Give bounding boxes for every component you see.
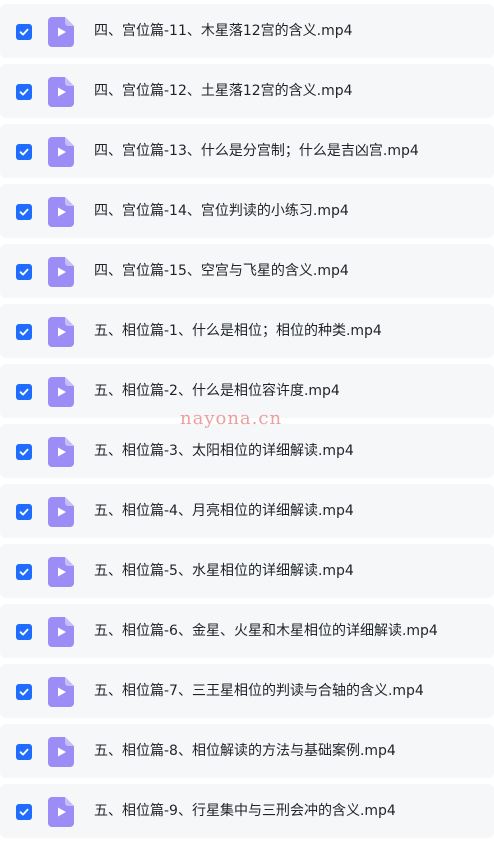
file-name[interactable]: 四、宫位篇-11、木星落12宫的含义.mp4	[94, 4, 353, 58]
check-icon	[19, 388, 29, 396]
check-icon	[19, 568, 29, 576]
file-checkbox[interactable]	[16, 144, 32, 160]
file-row[interactable]: 五、相位篇-7、三王星相位的判读与合轴的含义.mp4	[0, 664, 494, 718]
video-file-icon	[48, 257, 74, 287]
file-row[interactable]: 五、相位篇-1、什么是相位；相位的种类.mp4	[0, 304, 494, 358]
video-file-icon	[48, 737, 74, 767]
file-name[interactable]: 四、宫位篇-12、土星落12宫的含义.mp4	[94, 64, 353, 118]
file-name[interactable]: 五、相位篇-4、月亮相位的详细解读.mp4	[94, 484, 354, 538]
file-checkbox[interactable]	[16, 504, 32, 520]
check-icon	[19, 268, 29, 276]
file-name[interactable]: 五、相位篇-1、什么是相位；相位的种类.mp4	[94, 304, 382, 358]
file-checkbox[interactable]	[16, 804, 32, 820]
check-icon	[19, 208, 29, 216]
file-name[interactable]: 五、相位篇-3、太阳相位的详细解读.mp4	[94, 424, 354, 478]
check-icon	[19, 688, 29, 696]
file-checkbox[interactable]	[16, 24, 32, 40]
video-file-icon	[48, 677, 74, 707]
file-row[interactable]: 五、相位篇-3、太阳相位的详细解读.mp4	[0, 424, 494, 478]
file-checkbox[interactable]	[16, 204, 32, 220]
check-icon	[19, 148, 29, 156]
video-file-icon	[48, 137, 74, 167]
file-checkbox[interactable]	[16, 384, 32, 400]
file-name[interactable]: 四、宫位篇-14、宫位判读的小练习.mp4	[94, 184, 349, 238]
file-name[interactable]: 四、宫位篇-13、什么是分宫制；什么是吉凶宫.mp4	[94, 124, 419, 178]
file-name[interactable]: 五、相位篇-7、三王星相位的判读与合轴的含义.mp4	[94, 664, 424, 718]
file-name[interactable]: 五、相位篇-5、水星相位的详细解读.mp4	[94, 544, 354, 598]
file-checkbox[interactable]	[16, 744, 32, 760]
watermark: nayona.cn	[180, 408, 283, 429]
video-file-icon	[48, 437, 74, 467]
video-file-icon	[48, 197, 74, 227]
file-checkbox[interactable]	[16, 624, 32, 640]
file-row[interactable]: 五、相位篇-8、相位解读的方法与基础案例.mp4	[0, 724, 494, 778]
video-file-icon	[48, 557, 74, 587]
check-icon	[19, 508, 29, 516]
file-row[interactable]: 五、相位篇-5、水星相位的详细解读.mp4	[0, 544, 494, 598]
video-file-icon	[48, 377, 74, 407]
file-row[interactable]: 四、宫位篇-15、空宫与飞星的含义.mp4	[0, 244, 494, 298]
file-checkbox[interactable]	[16, 84, 32, 100]
check-icon	[19, 28, 29, 36]
check-icon	[19, 628, 29, 636]
check-icon	[19, 88, 29, 96]
file-checkbox[interactable]	[16, 324, 32, 340]
file-row[interactable]: 四、宫位篇-13、什么是分宫制；什么是吉凶宫.mp4	[0, 124, 494, 178]
file-row[interactable]: 五、相位篇-6、金星、火星和木星相位的详细解读.mp4	[0, 604, 494, 658]
file-row[interactable]: 四、宫位篇-14、宫位判读的小练习.mp4	[0, 184, 494, 238]
video-file-icon	[48, 797, 74, 827]
file-name[interactable]: 五、相位篇-9、行星集中与三刑会冲的含义.mp4	[94, 784, 396, 838]
file-checkbox[interactable]	[16, 444, 32, 460]
file-row[interactable]: 四、宫位篇-12、土星落12宫的含义.mp4	[0, 64, 494, 118]
file-row[interactable]: 五、相位篇-9、行星集中与三刑会冲的含义.mp4	[0, 784, 494, 838]
check-icon	[19, 448, 29, 456]
file-name[interactable]: 四、宫位篇-15、空宫与飞星的含义.mp4	[94, 244, 349, 298]
file-checkbox[interactable]	[16, 684, 32, 700]
video-file-icon	[48, 317, 74, 347]
video-file-icon	[48, 17, 74, 47]
check-icon	[19, 328, 29, 336]
file-name[interactable]: 五、相位篇-8、相位解读的方法与基础案例.mp4	[94, 724, 396, 778]
file-row[interactable]: 四、宫位篇-11、木星落12宫的含义.mp4	[0, 4, 494, 58]
video-file-icon	[48, 497, 74, 527]
file-checkbox[interactable]	[16, 564, 32, 580]
check-icon	[19, 748, 29, 756]
video-file-icon	[48, 77, 74, 107]
video-file-icon	[48, 617, 74, 647]
check-icon	[19, 808, 29, 816]
file-row[interactable]: 五、相位篇-4、月亮相位的详细解读.mp4	[0, 484, 494, 538]
file-checkbox[interactable]	[16, 264, 32, 280]
file-name[interactable]: 五、相位篇-6、金星、火星和木星相位的详细解读.mp4	[94, 604, 438, 658]
